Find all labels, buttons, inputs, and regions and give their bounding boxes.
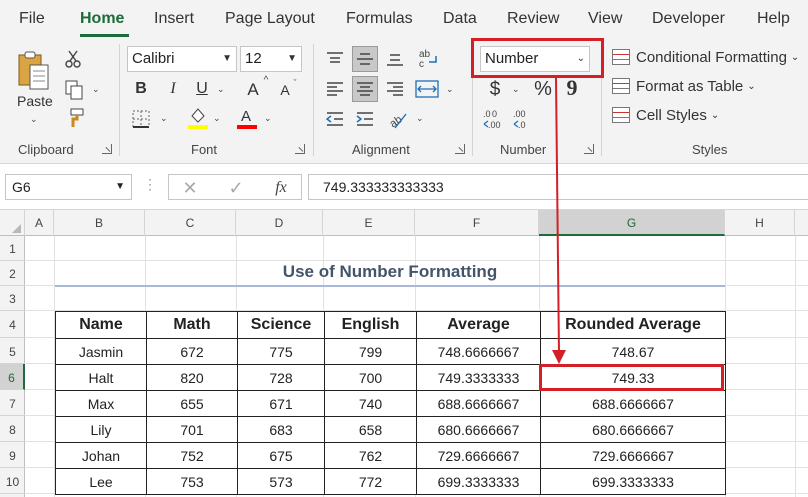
- arrow-shaft: [555, 77, 560, 355]
- arrow-head-icon: [552, 350, 566, 364]
- annotation-arrow: [552, 77, 566, 364]
